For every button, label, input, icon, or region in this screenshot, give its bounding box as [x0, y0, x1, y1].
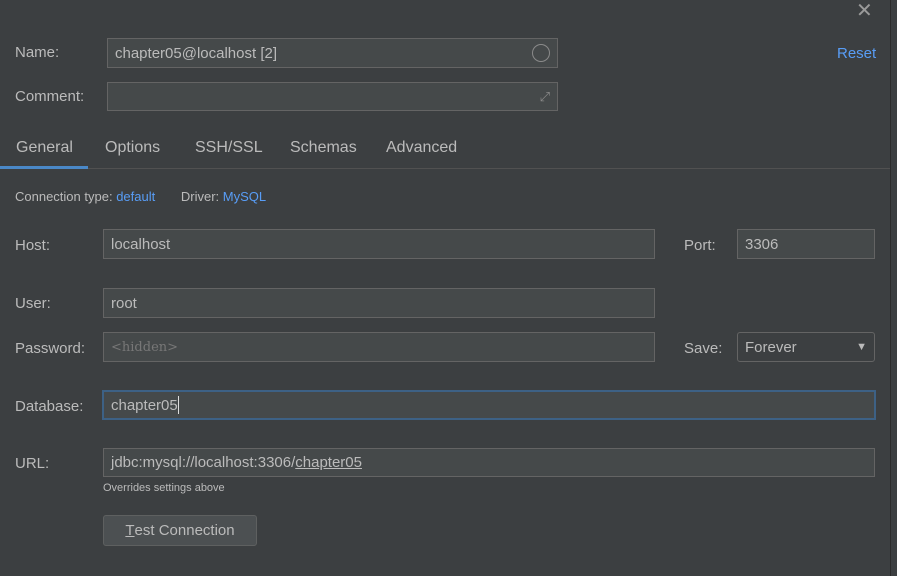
tab-divider: [0, 168, 890, 169]
user-input[interactable]: root: [103, 288, 655, 318]
host-label: Host:: [15, 237, 51, 254]
test-connection-button[interactable]: Test Connection: [103, 515, 257, 546]
active-tab-indicator: [0, 166, 88, 169]
window-edge: [890, 0, 891, 576]
expand-icon[interactable]: ⤢: [540, 89, 550, 105]
database-label: Database:: [15, 398, 84, 415]
tab-ssh-ssl[interactable]: SSH/SSL: [195, 139, 263, 157]
user-label: User:: [15, 295, 51, 312]
url-database: chapter05: [295, 454, 362, 471]
test-connection-mnemonic: T: [125, 522, 135, 539]
url-prefix: jdbc:mysql://localhost:3306/: [111, 454, 296, 471]
dropdown-arrow-icon: ▼: [856, 341, 867, 353]
tab-general[interactable]: General: [16, 139, 73, 157]
database-input[interactable]: chapter05: [102, 390, 876, 420]
text-cursor: [177, 396, 179, 414]
connection-type: Connection type: default Driver: MySQL: [15, 189, 266, 204]
comment-label: Comment:: [15, 88, 85, 105]
tab-advanced[interactable]: Advanced: [386, 139, 457, 157]
database-value: chapter05: [111, 396, 178, 414]
tab-options[interactable]: Options: [105, 139, 160, 157]
comment-input[interactable]: ⤢: [107, 82, 558, 111]
test-connection-label: est Connection: [134, 522, 235, 539]
reset-link[interactable]: Reset: [837, 45, 876, 62]
port-input[interactable]: 3306: [737, 229, 875, 259]
name-input[interactable]: chapter05@localhost [2]: [107, 38, 558, 68]
tab-schemas[interactable]: Schemas: [290, 139, 357, 157]
password-input[interactable]: <hidden>: [103, 332, 655, 362]
driver-label: Driver:: [180, 189, 220, 204]
connection-type-link[interactable]: default: [116, 189, 155, 204]
save-label: Save:: [684, 340, 723, 357]
driver-link[interactable]: MySQL: [223, 189, 266, 204]
url-input[interactable]: jdbc:mysql://localhost:3306/chapter05: [103, 448, 875, 477]
name-label: Name:: [15, 44, 60, 61]
password-label: Password:: [15, 340, 86, 357]
url-label: URL:: [15, 455, 50, 472]
host-input[interactable]: localhost: [103, 229, 655, 259]
connection-type-label: Connection type:: [15, 189, 113, 204]
color-circle-icon[interactable]: [532, 44, 550, 62]
url-hint: Overrides settings above: [103, 482, 225, 494]
save-select[interactable]: Forever ▼: [737, 332, 875, 362]
close-icon[interactable]: ✕: [856, 0, 873, 23]
save-value: Forever: [745, 338, 797, 356]
port-label: Port:: [684, 237, 716, 254]
name-value: chapter05@localhost [2]: [115, 44, 277, 62]
